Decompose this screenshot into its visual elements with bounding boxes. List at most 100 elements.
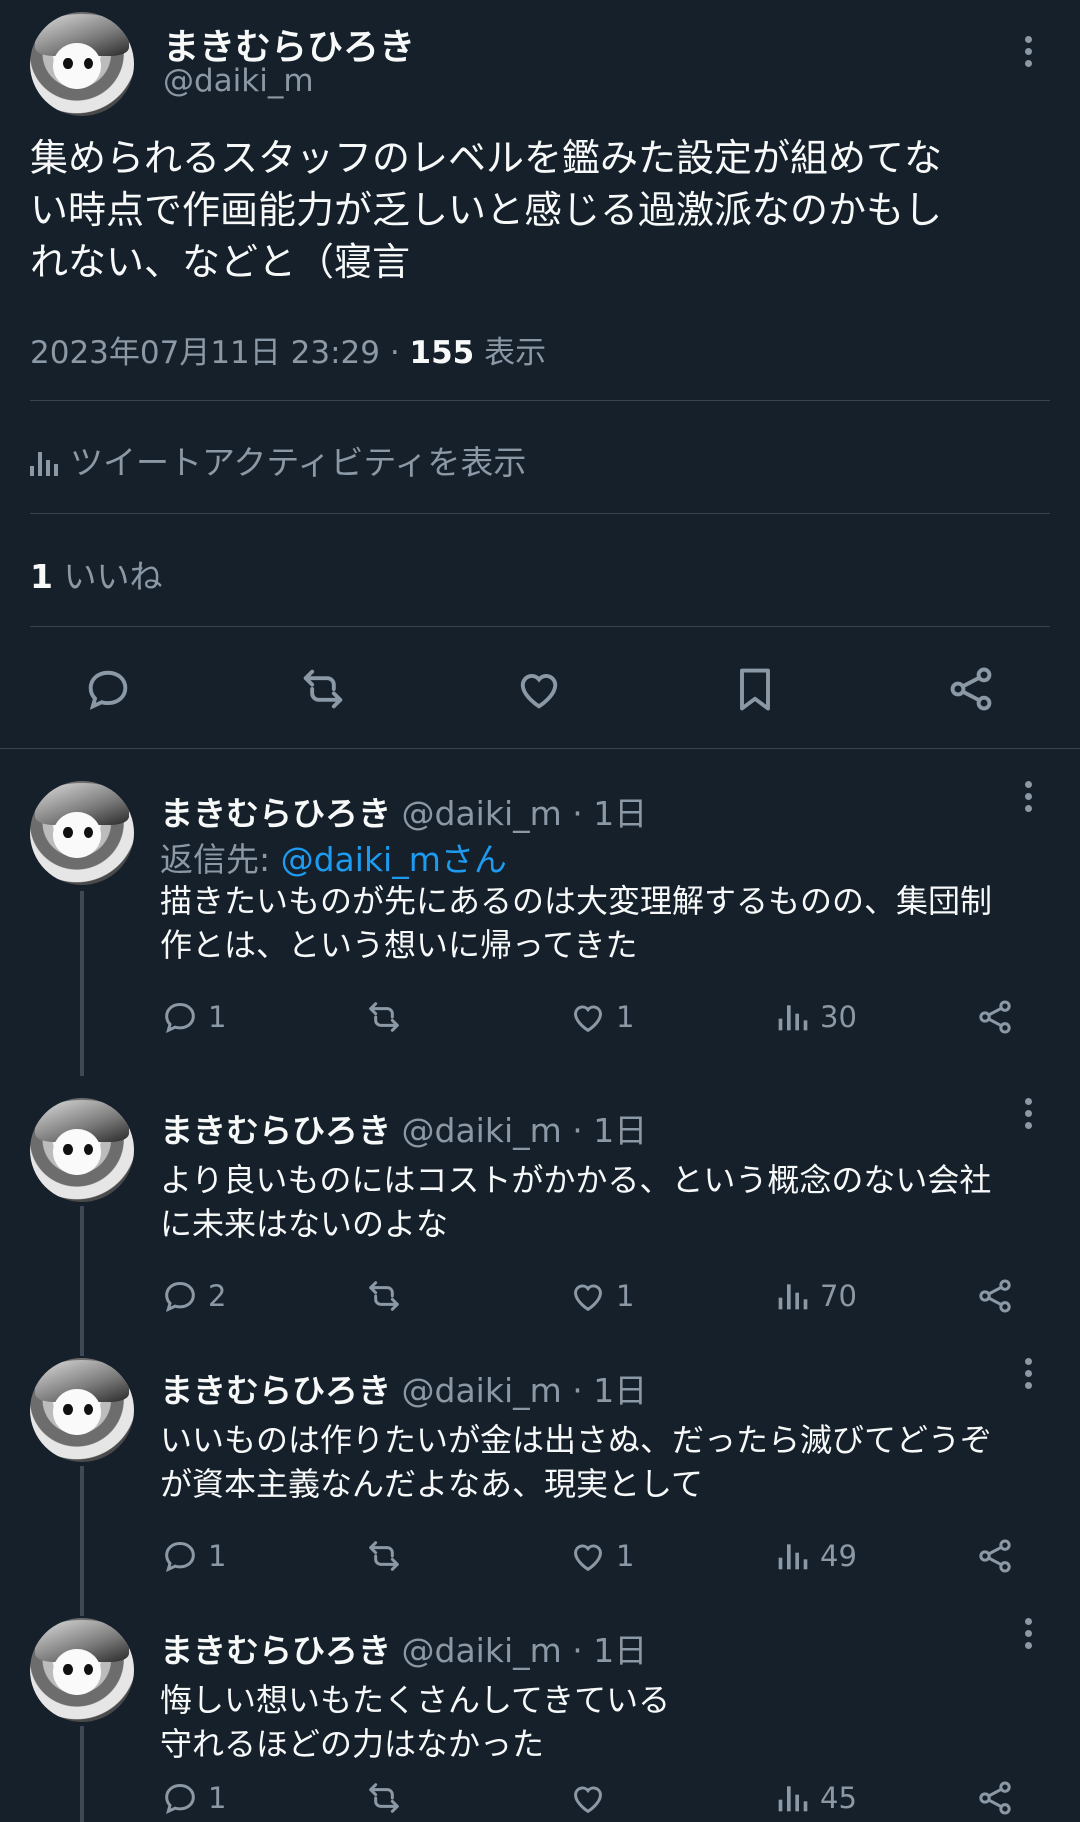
view-count: 30 xyxy=(820,1000,857,1034)
reply-time[interactable]: · 1日 xyxy=(572,794,647,833)
analytics-icon xyxy=(30,452,58,476)
like-icon xyxy=(573,1786,603,1814)
like-count: 1 xyxy=(616,1279,635,1313)
reply-time[interactable]: · 1日 xyxy=(572,1371,647,1410)
reply-time[interactable]: · 1日 xyxy=(572,1111,647,1150)
tweet-activity-link[interactable]: ツイートアクティビティを表示 xyxy=(30,436,526,484)
like-button[interactable] xyxy=(568,1776,616,1820)
share-icon xyxy=(979,1000,1011,1034)
likes-summary[interactable]: 1 いいね xyxy=(30,550,162,598)
reply-icon xyxy=(165,1002,195,1034)
reply-text: より良いものにはコストがかかる、という概念のない会社 に未来はないのよな xyxy=(160,1161,992,1243)
reply-count: 1 xyxy=(208,1000,227,1034)
retweet-icon xyxy=(369,1783,399,1813)
author-name[interactable]: まきむらひろき xyxy=(160,1631,391,1670)
reply-action-bar: 2 1 70 xyxy=(160,1274,1050,1318)
tweet-action-bar xyxy=(0,645,1080,730)
divider xyxy=(30,400,1050,401)
like-button[interactable]: 1 xyxy=(568,995,634,1039)
views-button[interactable]: 49 xyxy=(772,1534,857,1578)
like-count: 1 xyxy=(616,1000,635,1034)
view-count: 49 xyxy=(820,1539,857,1573)
avatar[interactable] xyxy=(30,12,134,116)
avatar[interactable] xyxy=(30,1358,134,1462)
author-handle[interactable]: @daiki_m xyxy=(402,1371,562,1410)
author-handle[interactable]: @daiki_m xyxy=(402,1631,562,1670)
reply-tweet[interactable]: まきむらひろき @daiki_m · 1日 返信先: @daiki_mさん 描き… xyxy=(0,781,1080,1081)
reply-header: まきむらひろき @daiki_m · 1日 xyxy=(160,787,647,835)
reply-tweet[interactable]: まきむらひろき @daiki_m · 1日 いいものは作りたいが金は出さぬ、だっ… xyxy=(0,1358,1080,1618)
retweet-button[interactable] xyxy=(364,1274,412,1318)
views-count: 155 xyxy=(409,335,475,371)
author-handle[interactable]: @daiki_m xyxy=(402,1111,562,1150)
divider xyxy=(30,513,1050,514)
reply-time[interactable]: · 1日 xyxy=(572,1631,647,1670)
reply-button[interactable]: 2 xyxy=(160,1274,226,1318)
avatar[interactable] xyxy=(30,1098,134,1202)
author-handle[interactable]: @daiki_m xyxy=(402,794,562,833)
thread-line xyxy=(80,1726,84,1822)
analytics-icon xyxy=(778,1544,808,1570)
share-icon xyxy=(979,1279,1011,1313)
retweet-icon xyxy=(369,1541,399,1571)
thread-line xyxy=(80,891,84,1076)
retweet-icon[interactable] xyxy=(297,663,349,715)
views-button[interactable]: 30 xyxy=(772,995,857,1039)
like-button[interactable]: 1 xyxy=(568,1274,634,1318)
share-icon xyxy=(979,1539,1011,1573)
like-count: 1 xyxy=(616,1539,635,1573)
views-button[interactable]: 70 xyxy=(772,1274,857,1318)
reply-text: 悔しい想いもたくさんしてきている 守れるほどの力はなかった xyxy=(160,1681,671,1763)
reply-to: 返信先: @daiki_mさん xyxy=(160,833,507,881)
like-icon[interactable] xyxy=(513,663,565,715)
more-options-icon[interactable] xyxy=(1024,1098,1034,1134)
analytics-icon xyxy=(778,1005,808,1031)
reply-text: いいものは作りたいが金は出さぬ、だったら滅びてどうぞ が資本主義なんだよなあ、現… xyxy=(160,1421,993,1503)
divider xyxy=(30,626,1050,627)
reply-to-handle[interactable]: @daiki_mさん xyxy=(281,840,507,879)
author-name[interactable]: まきむらひろき xyxy=(160,1371,391,1410)
reply-icon xyxy=(165,1783,195,1815)
share-button[interactable] xyxy=(975,1776,1023,1820)
view-count: 45 xyxy=(820,1781,857,1815)
author-name[interactable]: まきむらひろき xyxy=(160,1111,391,1150)
section-divider xyxy=(0,748,1080,749)
share-button[interactable] xyxy=(975,1534,1023,1578)
share-button[interactable] xyxy=(975,995,1023,1039)
bookmark-icon[interactable] xyxy=(729,663,781,715)
like-icon xyxy=(573,1284,603,1312)
author-handle[interactable]: @daiki_m xyxy=(163,63,314,99)
reply-count: 2 xyxy=(208,1279,227,1313)
analytics-icon xyxy=(778,1786,808,1812)
views-button[interactable]: 45 xyxy=(772,1776,857,1820)
more-options-icon[interactable] xyxy=(1024,781,1034,817)
reply-header: まきむらひろき @daiki_m · 1日 xyxy=(160,1624,647,1672)
like-button[interactable]: 1 xyxy=(568,1534,634,1578)
retweet-icon xyxy=(369,1281,399,1311)
avatar[interactable] xyxy=(30,1618,134,1722)
reply-count: 1 xyxy=(208,1539,227,1573)
avatar[interactable] xyxy=(30,781,134,885)
share-icon[interactable] xyxy=(945,663,997,715)
like-icon xyxy=(573,1005,603,1033)
reply-count: 1 xyxy=(208,1781,227,1815)
more-options-icon[interactable] xyxy=(1024,1618,1034,1654)
analytics-icon xyxy=(778,1284,808,1310)
thread-line xyxy=(80,1466,84,1616)
retweet-button[interactable] xyxy=(364,1776,412,1820)
timestamp[interactable]: 2023年07月11日 23:29 · xyxy=(30,335,410,371)
more-options-icon[interactable] xyxy=(1024,1358,1034,1394)
reply-tweet[interactable]: まきむらひろき @daiki_m · 1日 より良いものにはコストがかかる、とい… xyxy=(0,1098,1080,1358)
reply-button[interactable]: 1 xyxy=(160,995,226,1039)
retweet-button[interactable] xyxy=(364,995,412,1039)
share-button[interactable] xyxy=(975,1274,1023,1318)
view-count: 70 xyxy=(820,1279,857,1313)
reply-icon xyxy=(165,1281,195,1313)
reply-button[interactable]: 1 xyxy=(160,1534,226,1578)
reply-icon[interactable] xyxy=(82,663,134,715)
reply-button[interactable]: 1 xyxy=(160,1776,226,1820)
reply-tweet[interactable]: まきむらひろき @daiki_m · 1日 悔しい想いもたくさんしてきている 守… xyxy=(0,1618,1080,1822)
retweet-button[interactable] xyxy=(364,1534,412,1578)
more-options-icon[interactable] xyxy=(1024,36,1034,72)
author-name[interactable]: まきむらひろき xyxy=(160,794,391,833)
